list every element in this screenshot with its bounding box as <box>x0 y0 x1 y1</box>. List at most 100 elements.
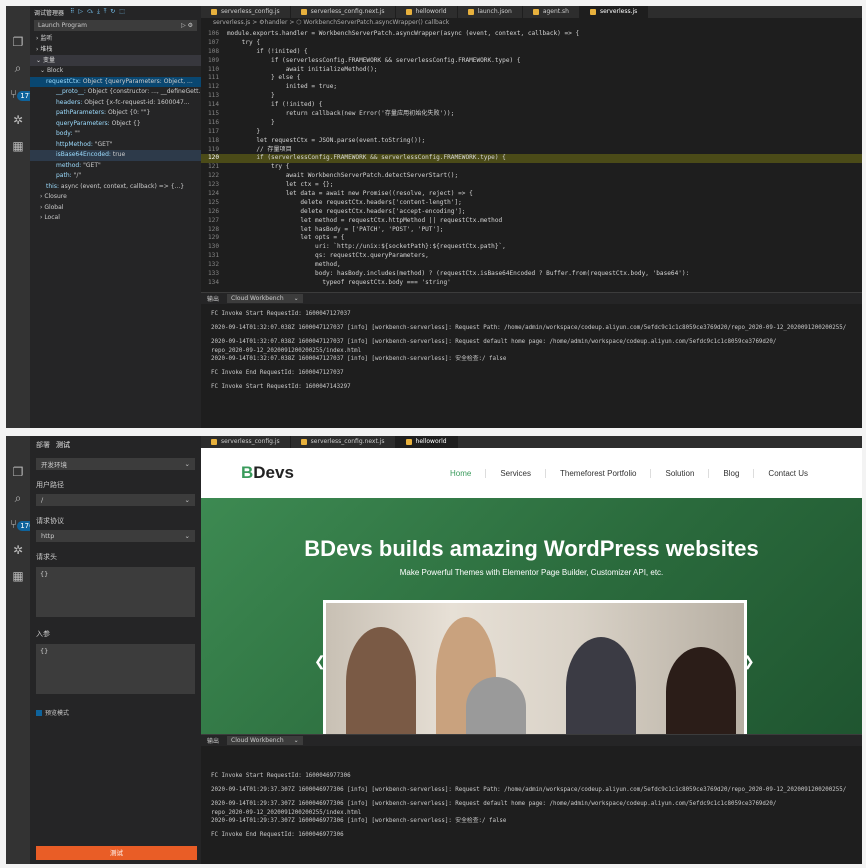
editor-tab[interactable]: serverless_config.next.js <box>291 6 396 18</box>
code-line: 115 return callback(new Error('存量应用初始化失败… <box>201 110 862 119</box>
variable-row[interactable]: requestCtx: Object {queryParameters: Obj… <box>30 76 201 87</box>
log-line: FC Invoke End RequestId: 1600047127037 <box>211 369 344 376</box>
line-number: 134 <box>207 278 219 286</box>
next-arrow-icon[interactable]: ❯ <box>743 653 755 670</box>
line-number: 127 <box>207 216 219 224</box>
files-icon[interactable]: ❐ <box>10 464 26 480</box>
prev-arrow-icon[interactable]: ❮ <box>314 653 326 670</box>
line-number: 121 <box>207 163 219 171</box>
variable-row[interactable]: isBase64Encoded: true <box>30 150 201 161</box>
test-button[interactable]: 测试 <box>36 846 197 860</box>
code-text: await initializeMethod(); <box>227 65 378 73</box>
activity-bar: ❐ ⌕ ⑂ 176 ✲ ▦ <box>6 436 37 864</box>
variable-row[interactable]: this: async (event, context, callback) =… <box>30 182 201 193</box>
protocol-select[interactable]: http ⌄ <box>36 530 195 542</box>
section-callstack[interactable]: › 堆栈 <box>30 44 201 55</box>
nav-item[interactable]: Contact Us <box>753 468 822 478</box>
path-select[interactable]: / ⌄ <box>36 494 195 506</box>
source-control-icon[interactable]: ⑂ 176 <box>10 516 37 532</box>
variable-row[interactable]: body: "" <box>30 129 201 140</box>
variable-row[interactable]: headers: Object {x-fc-request-id: 160004… <box>30 98 201 109</box>
line-number: 116 <box>207 118 219 126</box>
editor-tab[interactable]: launch.json <box>458 6 523 18</box>
panel-tab-output[interactable]: 输出 <box>207 294 219 303</box>
variable-row[interactable]: __proto__: Object {constructor: ..., __d… <box>30 87 201 98</box>
editor-tab[interactable]: serverless_config.js <box>201 436 291 448</box>
launch-select[interactable]: Launch Program ▷ ⚙ <box>34 20 197 31</box>
tab-label: serverless.js <box>599 8 638 15</box>
scope-block[interactable]: ⌄ Block <box>30 66 201 77</box>
output-panel: FC Invoke Start RequestId: 1600047127037… <box>201 304 862 428</box>
search-icon[interactable]: ⌕ <box>10 490 26 506</box>
output-channel-select[interactable]: Cloud Workbench ⌄ <box>227 294 303 303</box>
nav-item[interactable]: Home <box>436 469 485 478</box>
section-variables[interactable]: ⌄ 变量 <box>30 55 201 66</box>
source-control-icon[interactable]: ⑂ 177 <box>10 86 37 102</box>
nav-item[interactable]: Services <box>485 468 545 478</box>
code-text: if (!inited) { <box>227 47 308 55</box>
env-select[interactable]: 开发环境 ⌄ <box>36 458 195 470</box>
extensions-icon[interactable]: ▦ <box>10 138 26 154</box>
breadcrumb[interactable]: serverless.js > ⚙handler > ⬡ WorkbenchSe… <box>201 18 862 28</box>
scope-local[interactable]: › Local <box>30 213 201 224</box>
variable-row[interactable]: path: "/" <box>30 171 201 182</box>
nav-item[interactable]: Blog <box>708 468 753 478</box>
headers-input[interactable]: {} <box>36 567 195 617</box>
nav-item[interactable]: Solution <box>650 468 708 478</box>
variable-row[interactable]: queryParameters: Object {} <box>30 119 201 130</box>
line-number: 109 <box>207 56 219 64</box>
log-line: FC Invoke Start RequestId: 1600047127037 <box>211 311 351 317</box>
variable-name: path: <box>56 172 72 179</box>
code-line: 111 } else { <box>201 74 862 83</box>
variable-value: Object {queryParameters: Object, ... <box>82 77 193 85</box>
editor-tab[interactable]: agent.sh <box>523 6 580 18</box>
run-icon[interactable]: ▷ ⚙ <box>181 22 193 29</box>
scope-closure[interactable]: › Closure <box>30 192 201 203</box>
scope-global[interactable]: › Global <box>30 203 201 214</box>
nav-item[interactable]: Themeforest Portfolio <box>545 468 650 478</box>
line-number: 107 <box>207 38 219 46</box>
code-text: let requestCtx = JSON.parse(event.toStri… <box>227 136 426 144</box>
output-channel-select[interactable]: Cloud Workbench ⌄ <box>227 736 303 745</box>
test-sidebar: 部署 测试 开发环境 ⌄ 用户路径 / ⌄ 请求协议 http ⌄ 请求头 {} 入参 … <box>30 436 201 864</box>
debug-icon[interactable]: ✲ <box>10 542 26 558</box>
files-icon[interactable]: ❐ <box>10 34 26 50</box>
tab-deploy[interactable]: 部署 <box>36 440 50 450</box>
code-text: if (!inited) { <box>227 101 323 109</box>
variable-row[interactable]: pathParameters: Object {0: ""} <box>30 108 201 119</box>
js-file-icon <box>300 9 307 15</box>
panel-tab-output[interactable]: 输出 <box>207 736 219 745</box>
site-logo[interactable]: BDevs <box>241 463 294 483</box>
editor-tab[interactable]: helloworld <box>395 436 458 448</box>
chevron-down-icon: ⌄ <box>184 496 190 504</box>
code-line: 131 qs: requestCtx.queryParameters, <box>201 252 862 261</box>
log-line: repo_2020-09-12_2020091200200255/index.h… <box>211 347 362 354</box>
headers-label: 请求头 <box>36 553 57 561</box>
variable-row[interactable]: method: "GET" <box>30 161 201 172</box>
chevron-down-icon: ⌄ <box>293 295 299 302</box>
search-icon[interactable]: ⌕ <box>10 60 26 76</box>
variable-value: true <box>112 151 126 158</box>
section-watch[interactable]: › 监听 <box>30 33 201 44</box>
debug-toolbar[interactable]: ⠿ ▷ ⤼ ⤓ ⤒ ↻ ⬚ <box>70 8 126 16</box>
editor-tab[interactable]: helloworld <box>396 6 458 18</box>
code-text: method, <box>227 261 341 269</box>
tab-test[interactable]: 测试 <box>56 440 70 450</box>
extensions-icon[interactable]: ▦ <box>10 568 26 584</box>
line-number: 111 <box>207 74 219 82</box>
code-line: 120 if (serverlessConfig.FRAMEWORK && se… <box>201 154 862 164</box>
preview-checkbox[interactable]: 预览模式 <box>36 708 195 717</box>
editor-tab[interactable]: serverless.js <box>579 6 649 18</box>
line-number: 115 <box>207 110 219 118</box>
params-input[interactable]: {} <box>36 644 195 694</box>
log-line: 2020-09-14T01:32:07.038Z 1600047127037 [… <box>211 325 847 332</box>
editor-tab[interactable]: serverless_config.next.js <box>291 436 396 448</box>
code-text: module.exports.handler = WorkbenchServer… <box>227 30 580 37</box>
js-file-icon <box>300 439 307 445</box>
code-editor[interactable]: 106 module.exports.handler = WorkbenchSer… <box>201 30 862 292</box>
protocol-label: 请求协议 <box>36 517 64 525</box>
debug-icon[interactable]: ✲ <box>10 112 26 128</box>
editor-tab[interactable]: serverless_config.js <box>201 6 291 18</box>
variable-row[interactable]: httpMethod: "GET" <box>30 140 201 151</box>
code-line: 113 } <box>201 92 862 101</box>
